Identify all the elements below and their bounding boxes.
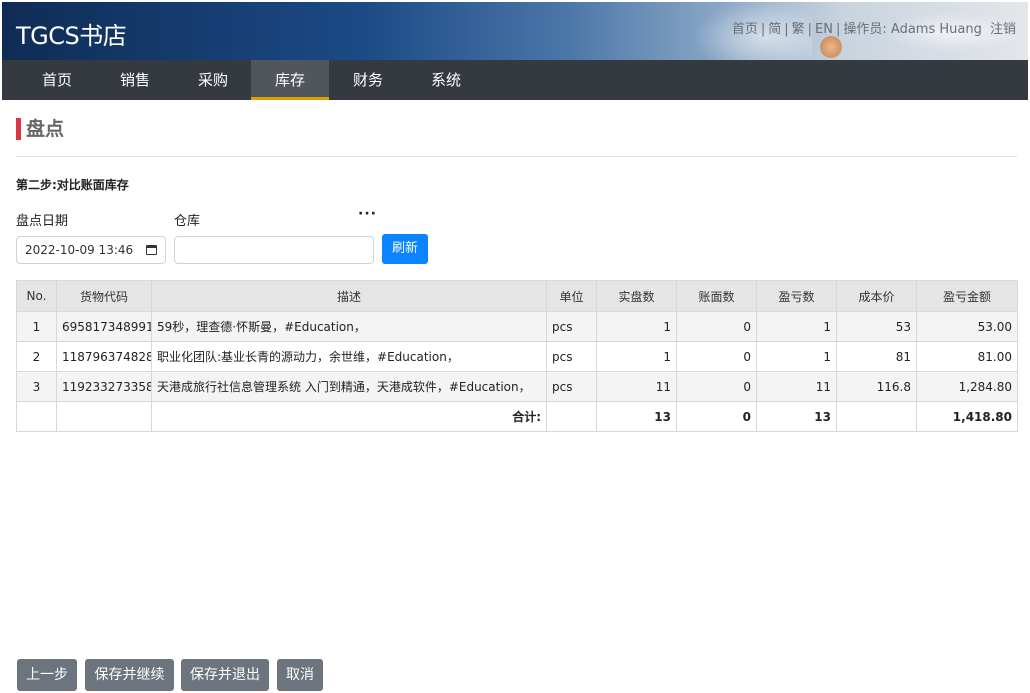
cell-amount: 81.00 xyxy=(916,341,1018,372)
col-header-diff: 盈亏数 xyxy=(756,280,837,312)
cell-code: 1192332733582 xyxy=(56,371,152,402)
cell-cost: 116.8 xyxy=(836,371,917,402)
stocktake-date-value: 2022-10-09 13:46 xyxy=(25,243,134,257)
cell-amount: 1,284.80 xyxy=(916,371,1018,402)
col-header-actual: 实盘数 xyxy=(596,280,677,312)
total-diff: 13 xyxy=(756,401,837,432)
logout-link[interactable]: 注销 xyxy=(990,22,1016,37)
nav-item-finance[interactable]: 财务 xyxy=(329,60,407,100)
cell-cost: 53 xyxy=(836,311,917,342)
refresh-button[interactable]: 刷新 xyxy=(382,234,428,264)
cell-actual: 11 xyxy=(596,371,677,402)
stocktake-date-input[interactable]: 2022-10-09 13:46 xyxy=(16,236,166,264)
home-link[interactable]: 首页 xyxy=(732,22,758,37)
nav-item-system[interactable]: 系统 xyxy=(407,60,485,100)
lang-english-link[interactable]: EN xyxy=(815,22,833,37)
date-label: 盘点日期 xyxy=(16,214,69,229)
col-header-cost: 成本价 xyxy=(836,280,917,312)
cell-diff: 1 xyxy=(756,341,837,372)
nav-item-purchase[interactable]: 采购 xyxy=(174,60,252,100)
cell-empty xyxy=(546,401,597,432)
save-continue-button[interactable]: 保存并继续 xyxy=(85,659,174,691)
cell-book: 0 xyxy=(676,341,757,372)
nav-item-inventory[interactable]: 库存 xyxy=(251,60,329,100)
total-book: 0 xyxy=(676,401,757,432)
total-label: 合计: xyxy=(151,401,547,432)
col-header-book: 账面数 xyxy=(676,280,757,312)
cell-book: 0 xyxy=(676,311,757,342)
cell-desc: 职业化团队:基业长青的源动力，余世维，#Education， xyxy=(151,341,547,372)
cell-no: 1 xyxy=(16,311,57,342)
total-actual: 13 xyxy=(596,401,677,432)
col-header-amount: 盈亏金额 xyxy=(916,280,1018,312)
col-header-desc: 描述 xyxy=(151,280,547,312)
table-row: 3 1192332733582 天港成旅行社信息管理系统 入门到精通，天港成软件… xyxy=(16,371,1018,402)
cancel-button[interactable]: 取消 xyxy=(277,659,323,691)
total-amount: 1,418.80 xyxy=(916,401,1018,432)
col-header-code: 货物代码 xyxy=(56,280,152,312)
cell-diff: 11 xyxy=(756,371,837,402)
cell-actual: 1 xyxy=(596,311,677,342)
table-row: 1 6958173489916 59秒，理查德·怀斯曼，#Education， … xyxy=(16,311,1018,342)
cell-empty xyxy=(56,401,152,432)
warehouse-label: 仓库 xyxy=(174,214,201,229)
cell-cost: 81 xyxy=(836,341,917,372)
divider xyxy=(16,156,1017,157)
cell-actual: 1 xyxy=(596,341,677,372)
header-banner-decoration xyxy=(820,36,842,58)
stocktake-table: No. 货物代码 描述 单位 实盘数 账面数 盈亏数 成本价 盈亏金额 1 69… xyxy=(16,280,1018,432)
cell-empty xyxy=(836,401,917,432)
cell-unit: pcs xyxy=(546,341,597,372)
nav-item-home[interactable]: 首页 xyxy=(18,60,96,100)
lang-traditional-link[interactable]: 繁 xyxy=(792,22,805,37)
cell-book: 0 xyxy=(676,371,757,402)
cell-diff: 1 xyxy=(756,311,837,342)
col-header-no: No. xyxy=(16,280,57,312)
calendar-icon[interactable] xyxy=(146,245,157,255)
cell-amount: 53.00 xyxy=(916,311,1018,342)
main-navbar: 首页 销售 采购 库存 财务 系统 xyxy=(2,60,1028,100)
cell-code: 6958173489916 xyxy=(56,311,152,342)
app-brand: TGCS书店 xyxy=(16,22,127,50)
operator-name: Adams Huang xyxy=(890,22,982,37)
nav-item-sales[interactable]: 销售 xyxy=(96,60,174,100)
app-header: TGCS书店 首页 | 简 | 繁 | EN | 操作员: Adams Huang 注销 xyxy=(2,2,1028,60)
cell-empty xyxy=(16,401,57,432)
table-total-row: 合计: 13 0 13 1,418.80 xyxy=(16,401,1018,432)
cell-desc: 59秒，理查德·怀斯曼，#Education， xyxy=(151,311,547,342)
table-row: 2 1187963748285 职业化团队:基业长青的源动力，余世维，#Educ… xyxy=(16,341,1018,372)
cell-no: 3 xyxy=(16,371,57,402)
cell-no: 2 xyxy=(16,341,57,372)
warehouse-input[interactable] xyxy=(174,236,374,264)
step-heading: 第二步:对比账面库存 xyxy=(16,178,129,192)
page-title: 盘点 xyxy=(16,118,64,140)
operator-label: 操作员: xyxy=(843,22,887,37)
save-exit-button[interactable]: 保存并退出 xyxy=(181,659,269,691)
cell-code: 1187963748285 xyxy=(56,341,152,372)
cell-desc: 天港成旅行社信息管理系统 入门到精通，天港成软件，#Education， xyxy=(151,371,547,402)
table-header-row: No. 货物代码 描述 单位 实盘数 账面数 盈亏数 成本价 盈亏金额 xyxy=(16,280,1018,312)
prev-step-button[interactable]: 上一步 xyxy=(17,659,77,691)
cell-unit: pcs xyxy=(546,311,597,342)
lang-simplified-link[interactable]: 简 xyxy=(768,22,781,37)
col-header-unit: 单位 xyxy=(546,280,597,312)
cell-unit: pcs xyxy=(546,371,597,402)
more-options-button[interactable]: ··· xyxy=(358,206,377,222)
top-links: 首页 | 简 | 繁 | EN | 操作员: Adams Huang 注销 xyxy=(731,22,1016,37)
